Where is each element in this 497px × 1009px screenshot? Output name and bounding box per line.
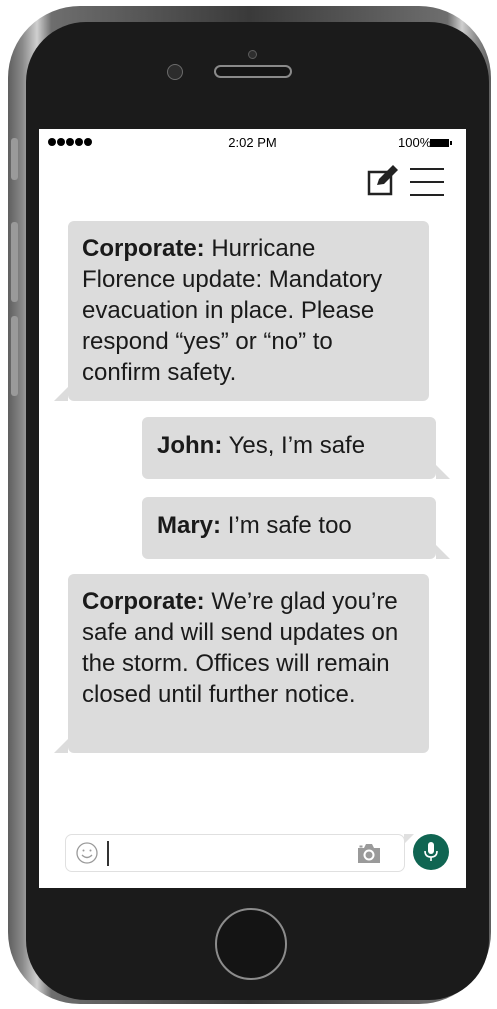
smiley-icon[interactable] [76,842,98,864]
message-sender: Corporate: [82,235,205,262]
message-sender: John: [157,432,223,459]
volume-down-button [11,316,18,396]
battery-percentage: 100% [398,135,432,150]
home-button[interactable] [215,908,287,980]
message-input[interactable] [65,834,414,872]
message-text: Yes, I’m safe [228,432,366,459]
camera-icon[interactable] [356,843,382,864]
compose-icon[interactable] [367,163,401,197]
proximity-sensor [248,50,257,59]
status-bar: 2:02 PM 100% [39,129,466,157]
message-bubble-outgoing: Mary: I’m safe too [142,497,450,559]
hamburger-menu-icon[interactable] [410,167,444,197]
message-sender: Mary: [157,512,222,539]
bubble-tail [436,465,450,479]
phone-screen: 2:02 PM 100% Corporate: Hurricane Floren… [39,129,466,888]
bubble-tail [54,387,68,401]
bubble-tail [54,739,68,753]
front-camera [167,64,183,80]
message-bubble-incoming: Corporate: We’re glad you’re safe and wi… [54,574,429,753]
message-text: I’m safe too [227,512,352,539]
text-cursor [107,841,109,866]
mute-switch [11,138,18,180]
battery-icon [430,139,452,147]
message-sender: Corporate: [82,588,205,615]
earpiece-speaker [214,65,292,78]
bubble-tail [436,545,450,559]
volume-up-button [11,222,18,302]
message-bubble-incoming: Corporate: Hurricane Florence update: Ma… [54,221,429,401]
input-tail [404,834,414,844]
message-bubble-outgoing: John: Yes, I’m safe [142,417,450,479]
microphone-icon [424,842,438,861]
microphone-button[interactable] [413,834,449,870]
